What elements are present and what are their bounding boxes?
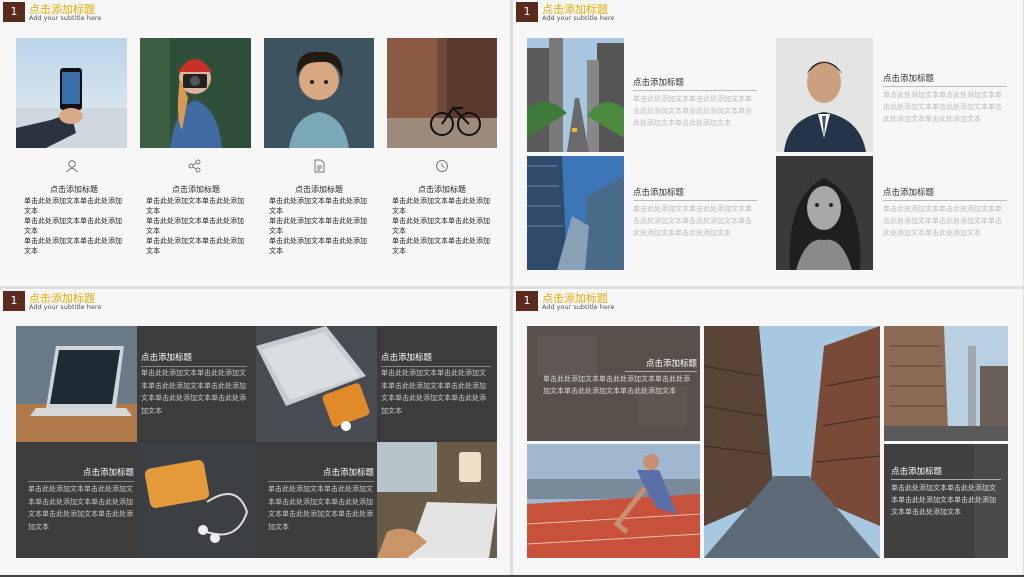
column-2-body: 单击此处添加文本单击此处添加文本 单击此处添加文本单击此处添加文本 单击此处添加… <box>146 196 246 256</box>
photo-businessman <box>776 38 873 152</box>
column-4-body: 单击此处添加文本单击此处添加文本 单击此处添加文本单击此处添加文本 单击此处添加… <box>392 196 492 256</box>
clock-icon <box>435 158 449 172</box>
slide-number-badge: 1 <box>516 2 538 22</box>
slide-header: 1 点击添加标题 Add your subtitle here <box>0 289 510 311</box>
slide-header: 1 点击添加标题 Add your subtitle here <box>0 0 510 22</box>
photo-child <box>264 38 374 148</box>
slide-number-badge: 1 <box>3 2 25 22</box>
panel-4-body: 单击此处添加文本单击此处添加文本单击此处添加文本单击此处添加文本单击此处添加文本… <box>268 485 373 531</box>
photo-phone-earphones <box>137 442 256 558</box>
block-4-title: 点击添加标题 <box>883 186 1007 201</box>
slide-subtitle: Add your subtitle here <box>29 303 102 311</box>
column-1-line: 单击此处添加文本单击此处添加文本 <box>24 197 122 215</box>
panel-2-title: 点击添加标题 <box>891 465 1001 480</box>
slide-subtitle: Add your subtitle here <box>542 14 615 22</box>
column-2-line: 单击此处添加文本单击此处添加文本 <box>146 197 244 215</box>
slide-number-badge: 1 <box>3 291 25 311</box>
photo-keyboard-phone <box>256 326 377 442</box>
panel-1-body: 单击此处添加文本单击此处添加文本单击此处添加文本单击此处添加文本单击此处添加文本 <box>543 375 690 395</box>
photo-laptop-desk <box>16 326 137 442</box>
column-3-body: 单击此处添加文本单击此处添加文本 单击此处添加文本单击此处添加文本 单击此处添加… <box>269 196 369 256</box>
photo-hand-phone <box>16 38 127 148</box>
panel-3-body: 单击此处添加文本单击此处添加文本单击此处添加文本单击此处添加文本单击此处添加文本… <box>28 485 133 531</box>
panel-1-title: 点击添加标题 <box>625 357 697 372</box>
panel-2-body: 单击此处添加文本单击此处添加文本单击此处添加文本单击此处添加文本单击此处添加文本… <box>381 369 486 415</box>
column-3-title: 点击添加标题 <box>295 185 343 194</box>
column-3-line: 单击此处添加文本单击此处添加文本 <box>269 217 367 235</box>
slide-3[interactable]: 1 点击添加标题 Add your subtitle here 点击添加标题 单… <box>0 289 510 575</box>
column-1-line: 单击此处添加文本单击此处添加文本 <box>24 217 122 235</box>
column-4-title: 点击添加标题 <box>418 185 466 194</box>
slide-2[interactable]: 1 点击添加标题 Add your subtitle here 点击添加标题 单… <box>513 0 1023 286</box>
panel-1-body: 单击此处添加文本单击此处添加文本单击此处添加文本单击此处添加文本单击此处添加文本… <box>141 369 246 415</box>
column-4-line: 单击此处添加文本单击此处添加文本 <box>392 237 490 255</box>
slide-header: 1 点击添加标题 Add your subtitle here <box>513 289 1023 311</box>
slide-4[interactable]: 1 点击添加标题 Add your subtitle here 点击添加标题 单… <box>513 289 1023 575</box>
block-1-body: 单击此处添加文本单击此处添加文本单击此处添加文本单击此处添加文本单击此处添加文本… <box>633 95 752 127</box>
block-1-title: 点击添加标题 <box>633 76 757 91</box>
photo-cobblestone-street <box>704 326 880 558</box>
column-1-title: 点击添加标题 <box>50 185 98 194</box>
slide-grid: 1 点击添加标题 Add your subtitle here 点击添加标题 单… <box>0 0 1024 577</box>
photo-city-street <box>527 38 624 152</box>
photo-woman-portrait <box>776 156 873 270</box>
photo-desk-keyboard-mug <box>377 442 497 558</box>
user-icon <box>65 158 79 173</box>
panel-2-body: 单击此处添加文本单击此处添加文本单击此处添加文本单击此处添加文本单击此处添加文本 <box>891 484 996 516</box>
slide-subtitle: Add your subtitle here <box>542 303 615 311</box>
photo-runner <box>527 444 700 558</box>
panel-4-title: 点击添加标题 <box>268 466 374 482</box>
column-2-line: 单击此处添加文本单击此处添加文本 <box>146 237 244 255</box>
column-3-line: 单击此处添加文本单击此处添加文本 <box>269 237 367 255</box>
column-3-line: 单击此处添加文本单击此处添加文本 <box>269 197 367 215</box>
slide-header: 1 点击添加标题 Add your subtitle here <box>513 0 1023 22</box>
photo-bicycle-street <box>387 38 497 148</box>
column-1-body: 单击此处添加文本单击此处添加文本 单击此处添加文本单击此处添加文本 单击此处添加… <box>24 196 124 256</box>
block-4-body: 单击此处添加文本单击此处添加文本单击此处添加文本单击此处添加文本单击此处添加文本… <box>883 205 1002 237</box>
column-1-line: 单击此处添加文本单击此处添加文本 <box>24 237 122 255</box>
column-2-title: 点击添加标题 <box>172 185 220 194</box>
column-4-line: 单击此处添加文本单击此处添加文本 <box>392 197 490 215</box>
photo-woman-camera <box>140 38 251 148</box>
slide-number-badge: 1 <box>516 291 538 311</box>
column-2-line: 单击此处添加文本单击此处添加文本 <box>146 217 244 235</box>
block-2-title: 点击添加标题 <box>633 186 757 201</box>
column-4-line: 单击此处添加文本单击此处添加文本 <box>392 217 490 235</box>
share-icon <box>188 158 202 173</box>
panel-3-title: 点击添加标题 <box>28 466 134 482</box>
block-2-body: 单击此处添加文本单击此处添加文本单击此处添加文本单击此处添加文本单击此处添加文本… <box>633 205 752 237</box>
photo-skyscrapers <box>527 156 624 270</box>
panel-2-title: 点击添加标题 <box>381 351 491 367</box>
slide-1[interactable]: 1 点击添加标题 Add your subtitle here 点击添加标题 单… <box>0 0 510 286</box>
block-3-title: 点击添加标题 <box>883 72 1007 87</box>
block-3-body: 单击此处添加文本单击此处添加文本单击此处添加文本单击此处添加文本单击此处添加文本… <box>883 91 1002 123</box>
document-icon <box>312 158 326 173</box>
panel-1-title: 点击添加标题 <box>141 351 247 367</box>
photo-city-buildings <box>884 326 1008 441</box>
slide-subtitle: Add your subtitle here <box>29 14 102 22</box>
